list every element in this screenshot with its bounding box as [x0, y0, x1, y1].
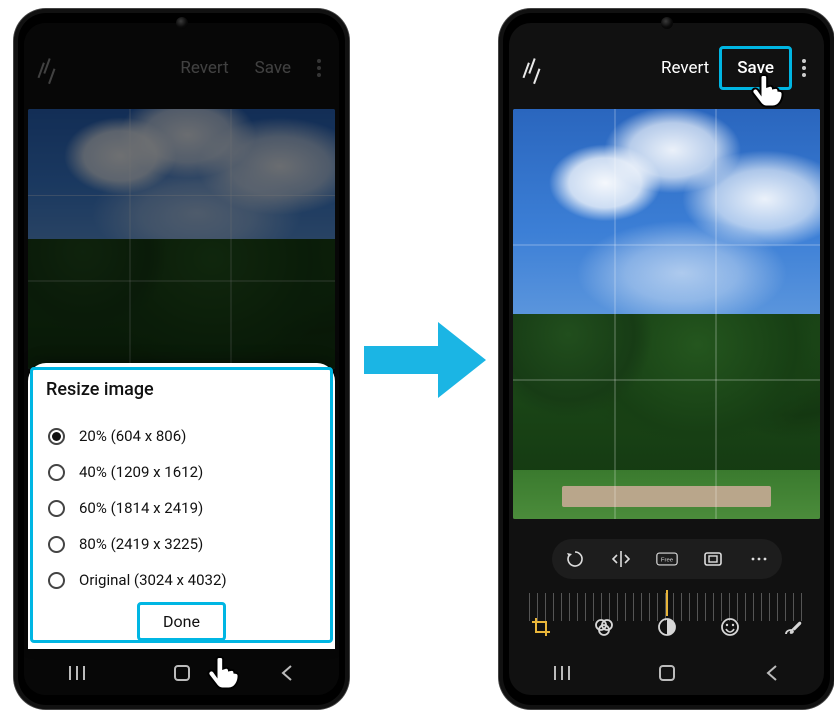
phone-left: Revert Save Resize image 20% (604 x 806)…	[14, 9, 349, 709]
screen-right: Revert Save Free	[509, 23, 824, 695]
option-label: 60% (1814 x 2419)	[79, 499, 203, 517]
resize-option-60[interactable]: 60% (1814 x 2419)	[46, 490, 317, 526]
resize-option-20[interactable]: 20% (604 x 806)	[46, 418, 317, 454]
done-button[interactable]: Done	[143, 606, 220, 637]
auto-enhance-icon	[42, 58, 62, 78]
phone-right: Revert Save Free	[499, 9, 834, 709]
revert-button[interactable]: Revert	[661, 58, 709, 78]
rotate-icon[interactable]	[564, 548, 586, 570]
option-label: 20% (604 x 806)	[79, 427, 186, 445]
editor-topbar: Revert Save	[509, 23, 824, 91]
system-navbar	[509, 651, 824, 695]
radio-icon	[48, 500, 65, 517]
radio-icon	[48, 572, 65, 589]
resize-sheet: Resize image 20% (604 x 806) 40% (1209 x…	[28, 363, 335, 649]
perspective-icon[interactable]	[748, 548, 770, 570]
tab-adjust[interactable]	[655, 615, 679, 639]
save-button[interactable]: Save	[737, 58, 774, 78]
radio-selected-icon	[48, 428, 65, 445]
system-navbar	[24, 651, 339, 695]
editor-bottom-tabs	[509, 603, 824, 651]
free-ratio-icon[interactable]: Free	[656, 548, 678, 570]
option-label: 80% (2419 x 3225)	[79, 535, 203, 553]
screen-left: Revert Save Resize image 20% (604 x 806)…	[24, 23, 339, 695]
more-icon[interactable]	[802, 66, 806, 70]
back-icon[interactable]	[761, 662, 783, 684]
sheet-title: Resize image	[46, 379, 317, 400]
more-icon[interactable]	[317, 66, 321, 70]
photo-preview[interactable]	[513, 109, 820, 519]
tab-stickers[interactable]	[718, 615, 742, 639]
home-icon[interactable]	[656, 662, 678, 684]
revert-button[interactable]: Revert	[180, 58, 228, 78]
auto-enhance-icon[interactable]	[527, 58, 547, 78]
option-label: Original (3024 x 4032)	[79, 571, 227, 589]
camera-notch	[661, 17, 673, 29]
option-label: 40% (1209 x 1612)	[79, 463, 203, 481]
recents-icon[interactable]	[66, 662, 88, 684]
svg-text:Free: Free	[660, 558, 673, 564]
crop-tool-pill: Free	[552, 539, 782, 579]
save-button[interactable]: Save	[255, 58, 291, 78]
home-icon[interactable]	[171, 662, 193, 684]
back-icon[interactable]	[276, 662, 298, 684]
flow-arrow-icon	[360, 310, 490, 410]
resize-option-80[interactable]: 80% (2419 x 3225)	[46, 526, 317, 562]
resize-option-original[interactable]: Original (3024 x 4032)	[46, 562, 317, 598]
flip-icon[interactable]	[610, 548, 632, 570]
editor-topbar: Revert Save	[24, 23, 339, 91]
tab-crop[interactable]	[529, 615, 553, 639]
resize-option-40[interactable]: 40% (1209 x 1612)	[46, 454, 317, 490]
aspect-icon[interactable]	[702, 548, 724, 570]
tab-filters[interactable]	[592, 615, 616, 639]
recents-icon[interactable]	[551, 662, 573, 684]
radio-icon	[48, 464, 65, 481]
tab-draw[interactable]	[781, 615, 805, 639]
radio-icon	[48, 536, 65, 553]
camera-notch	[176, 17, 188, 29]
